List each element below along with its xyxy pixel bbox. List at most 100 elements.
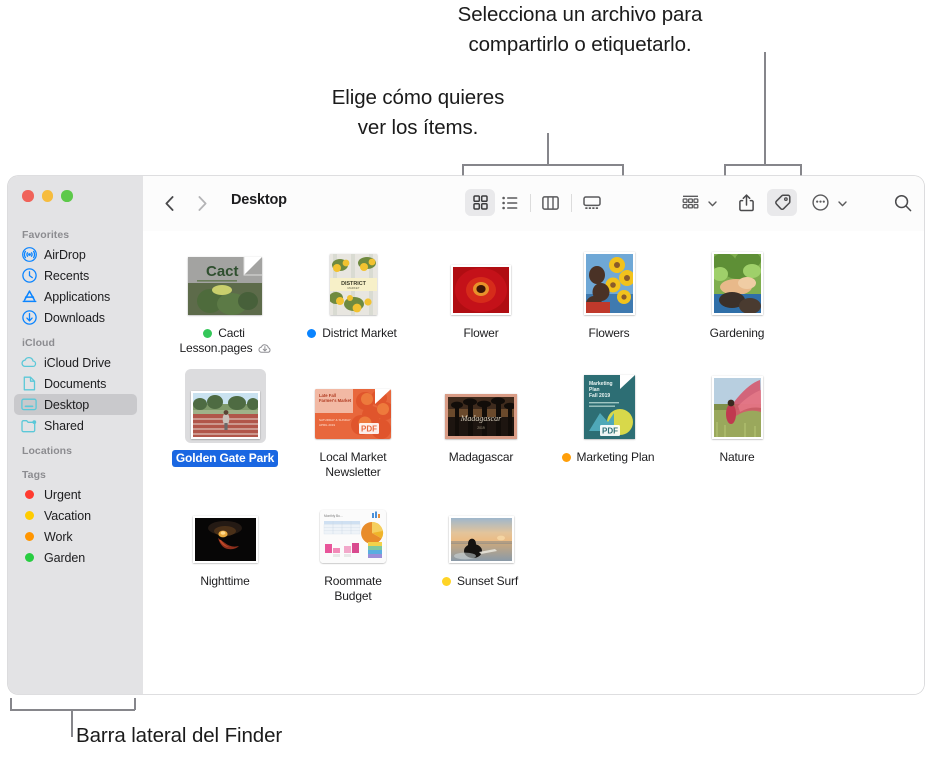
sidebar-item-label: Vacation [44,508,91,523]
file-thumbnail[interactable]: Cact [182,245,268,319]
document-icon [21,376,37,392]
sidebar-item-airdrop[interactable]: AirDrop [14,244,137,265]
file-name-label[interactable]: Madagascar [447,450,516,465]
folder-title: Desktop [231,192,287,208]
file-name-block: Flowers [587,326,632,341]
file-item[interactable]: Madagascar 2019 Madagascar [417,369,545,480]
file-thumbnail[interactable]: Late Fall Farmer's Market SATURDAY & SUN… [309,369,397,443]
zoom-button[interactable] [61,190,73,202]
file-item[interactable]: Gardening [673,245,801,356]
file-name-label[interactable]: Local Market [318,450,389,465]
sidebar-item-desktop[interactable]: Desktop [14,394,137,415]
file-name-label[interactable]: Flowers [587,326,632,341]
group-by-button[interactable] [673,189,723,216]
callout-view-bracket-right [622,164,624,176]
sidebar-item-label: Documents [44,376,107,391]
file-name-label[interactable]: Sunset Surf [455,574,520,589]
sidebar-item-vacation[interactable]: Vacation [14,505,137,526]
file-thumbnail[interactable]: Marketing Plan Fall 2019 PDF [578,369,641,443]
file-thumbnail[interactable] [184,369,266,443]
close-button[interactable] [22,190,34,202]
file-item[interactable]: Flower [417,245,545,356]
minimize-button[interactable] [41,190,53,202]
file-tag-dot-icon [307,329,317,338]
column-view-button[interactable] [536,189,566,216]
file-item[interactable]: Nighttime [161,493,289,604]
file-item[interactable]: Late Fall Farmer's Market SATURDAY & SUN… [289,369,417,480]
file-name-label[interactable]: Lesson.pages [178,341,255,356]
file-name-label[interactable]: Nighttime [198,574,251,589]
sidebar-item-work[interactable]: Work [14,526,137,547]
group-icon [675,189,705,216]
file-item[interactable]: Marketing Plan Fall 2019 PDF Marketing P… [545,369,673,480]
callout-share-bracket-top [724,164,801,166]
sidebar-item-icloud-drive[interactable]: iCloud Drive [14,352,137,373]
svg-text:PDF: PDF [361,425,377,434]
file-item[interactable]: DISTRICT MARKET District Market [289,245,417,356]
file-thumbnail[interactable] [187,493,264,567]
sidebar-item-shared[interactable]: Shared [14,415,137,436]
share-button[interactable] [731,189,761,216]
file-item[interactable]: Golden Gate Park [161,369,289,480]
file-thumbnail[interactable] [445,245,517,319]
file-name-label[interactable]: Budget [332,589,373,604]
callout-sidebar-label: Barra lateral del Finder [76,724,283,747]
file-item[interactable]: Cact Cacti Lesson.pages [161,245,289,356]
svg-text:SATURDAY & SUNDAY: SATURDAY & SUNDAY [319,418,351,422]
more-button[interactable] [803,189,853,216]
file-name-label[interactable]: District Market [320,326,398,341]
file-name-block: Local Market Newsletter [318,450,389,480]
file-thumbnail[interactable]: DISTRICT MARKET [324,245,383,319]
finder-window: Favorites AirDrop Recents Applications D… [8,176,924,694]
callout-share-bracket-left [724,164,726,176]
file-name-label[interactable]: Roommate [322,574,384,589]
callout-view-label: Elige cómo quieres ver los ítems. [331,86,505,139]
file-name-line: District Market [307,326,398,341]
sidebar-item-urgent[interactable]: Urgent [14,484,137,505]
tag-dot-icon [21,508,37,524]
file-name-label[interactable]: Gardening [708,326,767,341]
file-name-block: Nature [717,450,756,465]
file-name-line: Lesson.pages [178,341,273,356]
sidebar-item-applications[interactable]: Applications [14,286,137,307]
file-name-label[interactable]: Nature [717,450,756,465]
file-item[interactable]: Flowers [545,245,673,356]
file-thumbnail[interactable] [706,245,769,319]
file-browser-area[interactable]: Cact Cacti Lesson.pages DISTRICT MARKET … [143,231,924,694]
file-name-label[interactable]: Golden Gate Park [171,450,279,467]
file-item[interactable]: Sunset Surf [417,493,545,604]
file-name-line: Newsletter [318,465,389,480]
icon-view-button[interactable] [465,189,495,216]
view-mode-group [465,189,607,216]
file-name-line: Flowers [587,326,632,341]
file-item[interactable]: Nature [673,369,801,480]
gallery-view-button[interactable] [577,189,607,216]
navigation-buttons [161,191,210,215]
file-thumbnail[interactable] [443,493,520,567]
file-name-label[interactable]: Marketing Plan [575,450,657,465]
ellipsis-circle-icon [805,189,835,216]
list-view-button[interactable] [495,189,525,216]
back-button[interactable] [161,191,177,215]
tag-dot-icon [21,529,37,545]
file-thumbnail[interactable] [578,245,641,319]
sidebar-item-recents[interactable]: Recents [14,265,137,286]
file-name-label[interactable]: Newsletter [323,465,382,480]
sidebar-item-label: Garden [44,550,86,565]
file-item[interactable]: Monthly Bu... Roommate Budget [289,493,417,604]
tag-button[interactable] [767,189,797,216]
svg-text:Cact: Cact [206,263,239,280]
sidebar-item-documents[interactable]: Documents [14,373,137,394]
sidebar-item-downloads[interactable]: Downloads [14,307,137,328]
sidebar-item-garden[interactable]: Garden [14,547,137,568]
callout-share-bracket-right [800,164,802,176]
sidebar-item-label: Downloads [44,310,105,325]
file-thumbnail[interactable] [706,369,769,443]
desktop-icon [21,397,37,413]
file-thumbnail[interactable]: Monthly Bu... [314,493,392,567]
file-name-label[interactable]: Cacti [216,326,247,341]
file-thumbnail[interactable]: Madagascar 2019 [439,369,523,443]
file-name-label[interactable]: Flower [461,326,500,341]
forward-button[interactable] [194,191,210,215]
search-button[interactable] [888,189,918,216]
